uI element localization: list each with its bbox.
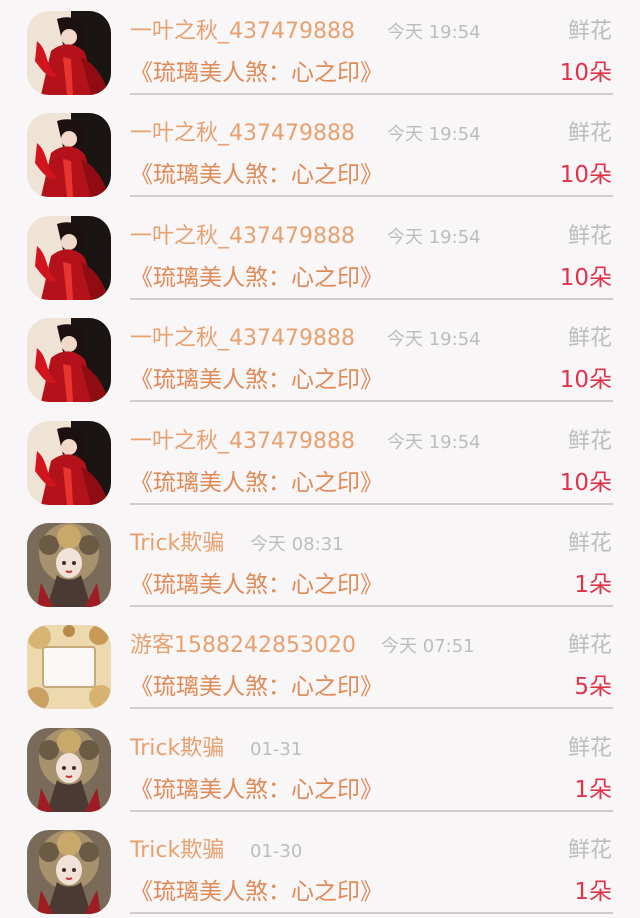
gift-time: 01-31 xyxy=(250,739,303,760)
gift-time: 01-30 xyxy=(250,841,303,862)
list-item[interactable]: Trick欺骗 今天 08:31 鲜花《琉璃美人煞：心之印》 1朵 xyxy=(0,512,640,615)
gift-type: 鲜花 xyxy=(567,224,612,249)
avatar[interactable] xyxy=(27,11,111,95)
gift-time: 今天 19:54 xyxy=(387,227,481,248)
book-title[interactable]: 《琉璃美人煞：心之印》 xyxy=(130,877,383,907)
user-name[interactable]: 一叶之秋_437479888 xyxy=(130,325,355,353)
book-title[interactable]: 《琉璃美人煞：心之印》 xyxy=(130,570,383,600)
book-title[interactable]: 《琉璃美人煞：心之印》 xyxy=(130,672,383,702)
list-item[interactable]: 一叶之秋_437479888 今天 19:54 鲜花《琉璃美人煞：心之印》 10朵 xyxy=(0,410,640,513)
row-divider xyxy=(130,810,613,812)
row-divider xyxy=(130,400,613,402)
gift-time: 今天 19:54 xyxy=(387,329,481,350)
avatar[interactable] xyxy=(27,318,111,402)
user-name[interactable]: 一叶之秋_437479888 xyxy=(130,120,355,148)
user-name[interactable]: Trick欺骗 xyxy=(130,735,224,763)
avatar[interactable] xyxy=(27,421,111,505)
user-name[interactable]: 一叶之秋_437479888 xyxy=(130,223,355,251)
book-title[interactable]: 《琉璃美人煞：心之印》 xyxy=(130,263,383,293)
gift-type: 鲜花 xyxy=(567,633,612,658)
book-title[interactable]: 《琉璃美人煞：心之印》 xyxy=(130,365,383,395)
avatar[interactable] xyxy=(27,113,111,197)
gift-count: 1朵 xyxy=(574,879,612,905)
user-name[interactable]: 一叶之秋_437479888 xyxy=(130,18,355,46)
list-item[interactable]: 游客1588242853020 今天 07:51 鲜花《琉璃美人煞：心之印》 5朵 xyxy=(0,614,640,717)
book-title[interactable]: 《琉璃美人煞：心之印》 xyxy=(130,160,383,190)
user-name[interactable]: Trick欺骗 xyxy=(130,837,224,865)
gift-type: 鲜花 xyxy=(567,838,612,863)
gift-type: 鲜花 xyxy=(567,326,612,351)
list-item[interactable]: 一叶之秋_437479888 今天 19:54 鲜花《琉璃美人煞：心之印》 10朵 xyxy=(0,0,640,103)
user-name[interactable]: Trick欺骗 xyxy=(130,530,224,558)
gift-count: 10朵 xyxy=(559,367,612,393)
gift-count: 10朵 xyxy=(559,60,612,86)
book-title[interactable]: 《琉璃美人煞：心之印》 xyxy=(130,58,383,88)
gift-type: 鲜花 xyxy=(567,121,612,146)
user-name[interactable]: 游客1588242853020 xyxy=(130,632,356,660)
gift-time: 今天 07:51 xyxy=(381,636,475,657)
gift-type: 鲜花 xyxy=(567,736,612,761)
avatar[interactable] xyxy=(27,625,111,709)
gift-count: 10朵 xyxy=(559,265,612,291)
list-item[interactable]: Trick欺骗 01-31 鲜花《琉璃美人煞：心之印》 1朵 xyxy=(0,717,640,820)
avatar[interactable] xyxy=(27,523,111,607)
row-divider xyxy=(130,605,613,607)
gift-time: 今天 19:54 xyxy=(387,22,481,43)
gift-time: 今天 19:54 xyxy=(387,124,481,145)
avatar[interactable] xyxy=(27,830,111,914)
gift-count: 10朵 xyxy=(559,470,612,496)
gift-type: 鲜花 xyxy=(567,429,612,454)
gift-time: 今天 19:54 xyxy=(387,432,481,453)
user-name[interactable]: 一叶之秋_437479888 xyxy=(130,428,355,456)
book-title[interactable]: 《琉璃美人煞：心之印》 xyxy=(130,775,383,805)
list-item[interactable]: 一叶之秋_437479888 今天 19:54 鲜花《琉璃美人煞：心之印》 10朵 xyxy=(0,307,640,410)
book-title[interactable]: 《琉璃美人煞：心之印》 xyxy=(130,468,383,498)
gift-time: 今天 08:31 xyxy=(250,534,344,555)
gift-count: 1朵 xyxy=(574,572,612,598)
gift-record-list: 一叶之秋_437479888 今天 19:54 鲜花 《琉璃美人煞：心之印》 10朵 一叶… xyxy=(0,0,640,918)
row-divider xyxy=(130,298,613,300)
list-item[interactable]: 一叶之秋_437479888 今天 19:54 鲜花《琉璃美人煞：心之印》 10朵 xyxy=(0,102,640,205)
row-divider xyxy=(130,503,613,505)
gift-type: 鲜花 xyxy=(567,19,612,44)
gift-count: 10朵 xyxy=(559,162,612,188)
gift-count: 5朵 xyxy=(574,674,612,700)
row-divider xyxy=(130,912,613,914)
row-divider xyxy=(130,195,613,197)
gift-count: 1朵 xyxy=(574,777,612,803)
list-item[interactable]: Trick欺骗 01-30 鲜花《琉璃美人煞：心之印》 1朵 xyxy=(0,819,640,918)
gift-type: 鲜花 xyxy=(567,531,612,556)
avatar[interactable] xyxy=(27,216,111,300)
avatar[interactable] xyxy=(27,728,111,812)
row-divider xyxy=(130,707,613,709)
row-divider xyxy=(130,93,613,95)
list-item[interactable]: 一叶之秋_437479888 今天 19:54 鲜花《琉璃美人煞：心之印》 10朵 xyxy=(0,205,640,308)
